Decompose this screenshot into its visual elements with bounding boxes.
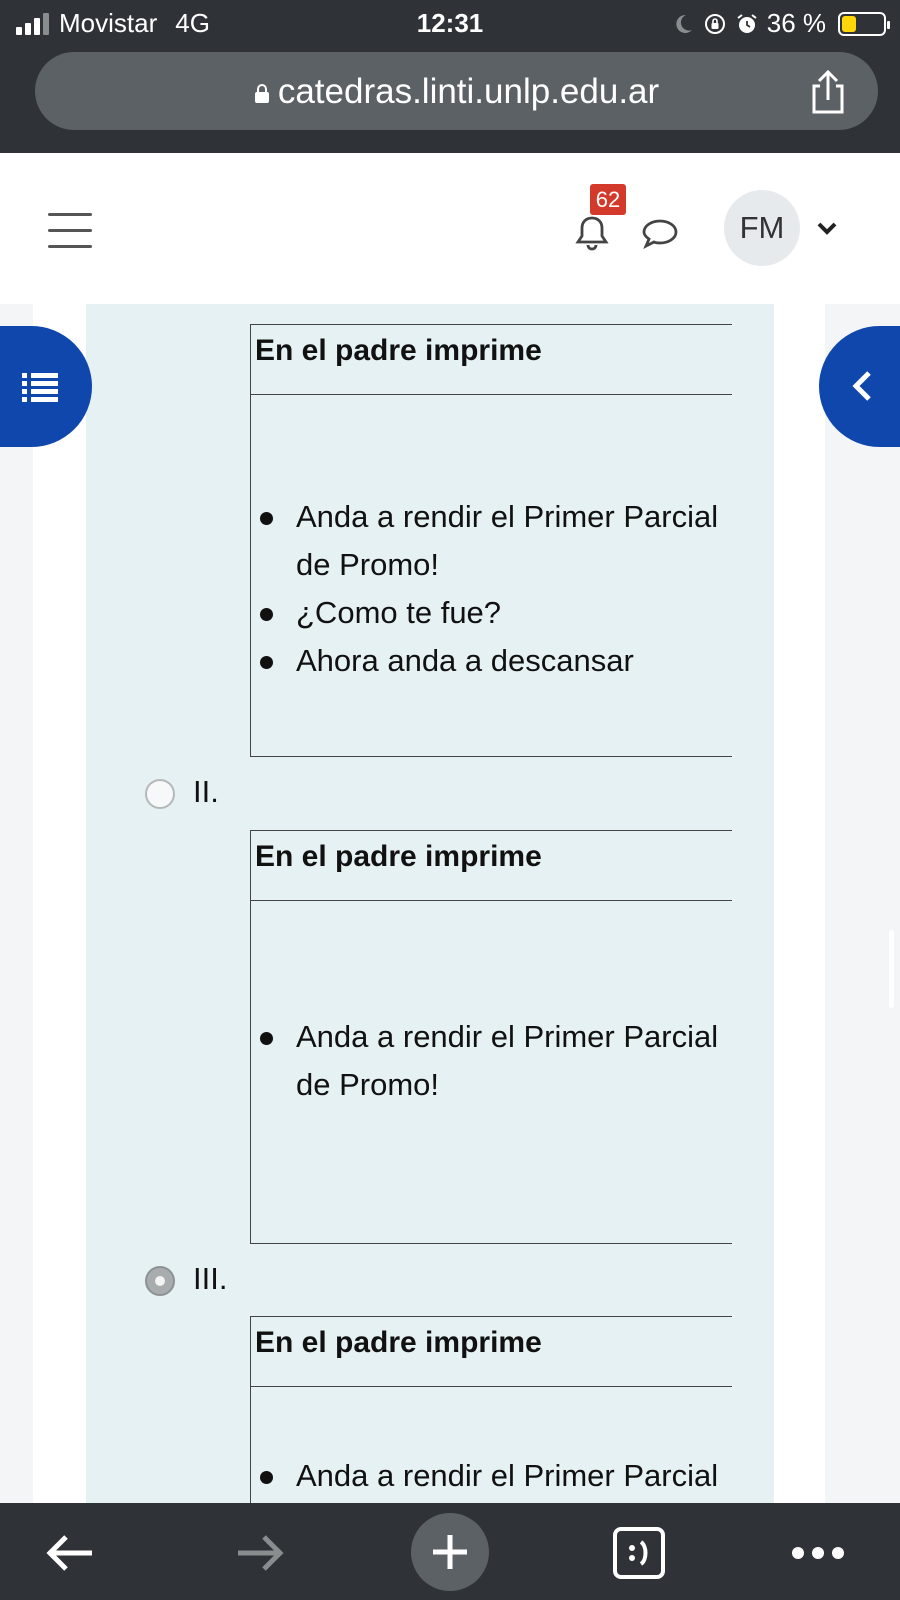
more-icon[interactable] <box>790 1525 846 1581</box>
status-bar: Movistar 4G 12:31 36 % <box>0 0 900 46</box>
new-tab-button[interactable] <box>411 1513 489 1591</box>
battery-icon <box>838 11 890 36</box>
address-bar[interactable]: catedras.linti.unlp.edu.ar <box>35 52 878 130</box>
share-icon[interactable] <box>808 70 848 114</box>
frame-title: En el padre imprime <box>255 840 542 873</box>
option-content-frame: En el padre imprime Anda a rendir el Pri… <box>250 324 732 757</box>
list-item: Anda a rendir el Primer Parcial de Promo… <box>251 1013 732 1109</box>
url-text: catedras.linti.unlp.edu.ar <box>277 72 660 111</box>
frame-title: En el padre imprime <box>255 334 542 367</box>
list-item: Anda a rendir el Primer Parcial <box>251 1452 732 1500</box>
chevron-down-icon[interactable] <box>815 219 839 237</box>
output-list: Anda a rendir el Primer Parcial <box>251 1452 732 1500</box>
option-ii-radio[interactable] <box>145 779 175 809</box>
list-item: ¿Como te fue? <box>251 589 732 637</box>
output-list: Anda a rendir el Primer Parcial de Promo… <box>251 1013 732 1109</box>
browser-toolbar <box>0 1503 900 1600</box>
option-ii-label[interactable]: II. <box>193 774 219 810</box>
browser-chrome: catedras.linti.unlp.edu.ar <box>0 46 900 153</box>
option-content-frame: En el padre imprime Anda a rendir el Pri… <box>250 1316 732 1504</box>
list-item: Ahora anda a descansar <box>251 637 732 685</box>
list-icon <box>22 373 58 402</box>
plus-icon <box>433 1535 467 1569</box>
avatar[interactable]: FM <box>724 190 800 266</box>
bell-icon[interactable] <box>574 213 610 253</box>
alarm-icon <box>737 13 757 33</box>
battery-fill <box>842 15 856 32</box>
back-arrow-icon[interactable] <box>42 1525 98 1581</box>
frame-title: En el padre imprime <box>255 1326 542 1359</box>
scroll-indicator[interactable] <box>889 930 894 1008</box>
chevron-left-icon <box>852 371 871 401</box>
list-item: Anda a rendir el Primer Parcial de Promo… <box>251 493 732 589</box>
site-header: 62 FM <box>0 153 900 304</box>
orientation-lock-icon <box>704 13 725 34</box>
hamburger-menu-icon[interactable] <box>48 213 92 249</box>
tabs-icon[interactable] <box>611 1525 667 1581</box>
forward-arrow-icon[interactable] <box>232 1525 288 1581</box>
moon-icon <box>676 14 692 33</box>
chat-icon[interactable] <box>640 217 680 251</box>
option-iii-label[interactable]: III. <box>193 1261 227 1297</box>
option-content-frame: En el padre imprime Anda a rendir el Pri… <box>250 830 732 1244</box>
battery-percentage: 36 % <box>766 8 826 38</box>
lock-icon <box>254 83 269 103</box>
notification-badge: 62 <box>590 184 626 215</box>
option-iii-radio[interactable] <box>145 1266 175 1296</box>
output-list: Anda a rendir el Primer Parcial de Promo… <box>251 493 732 685</box>
